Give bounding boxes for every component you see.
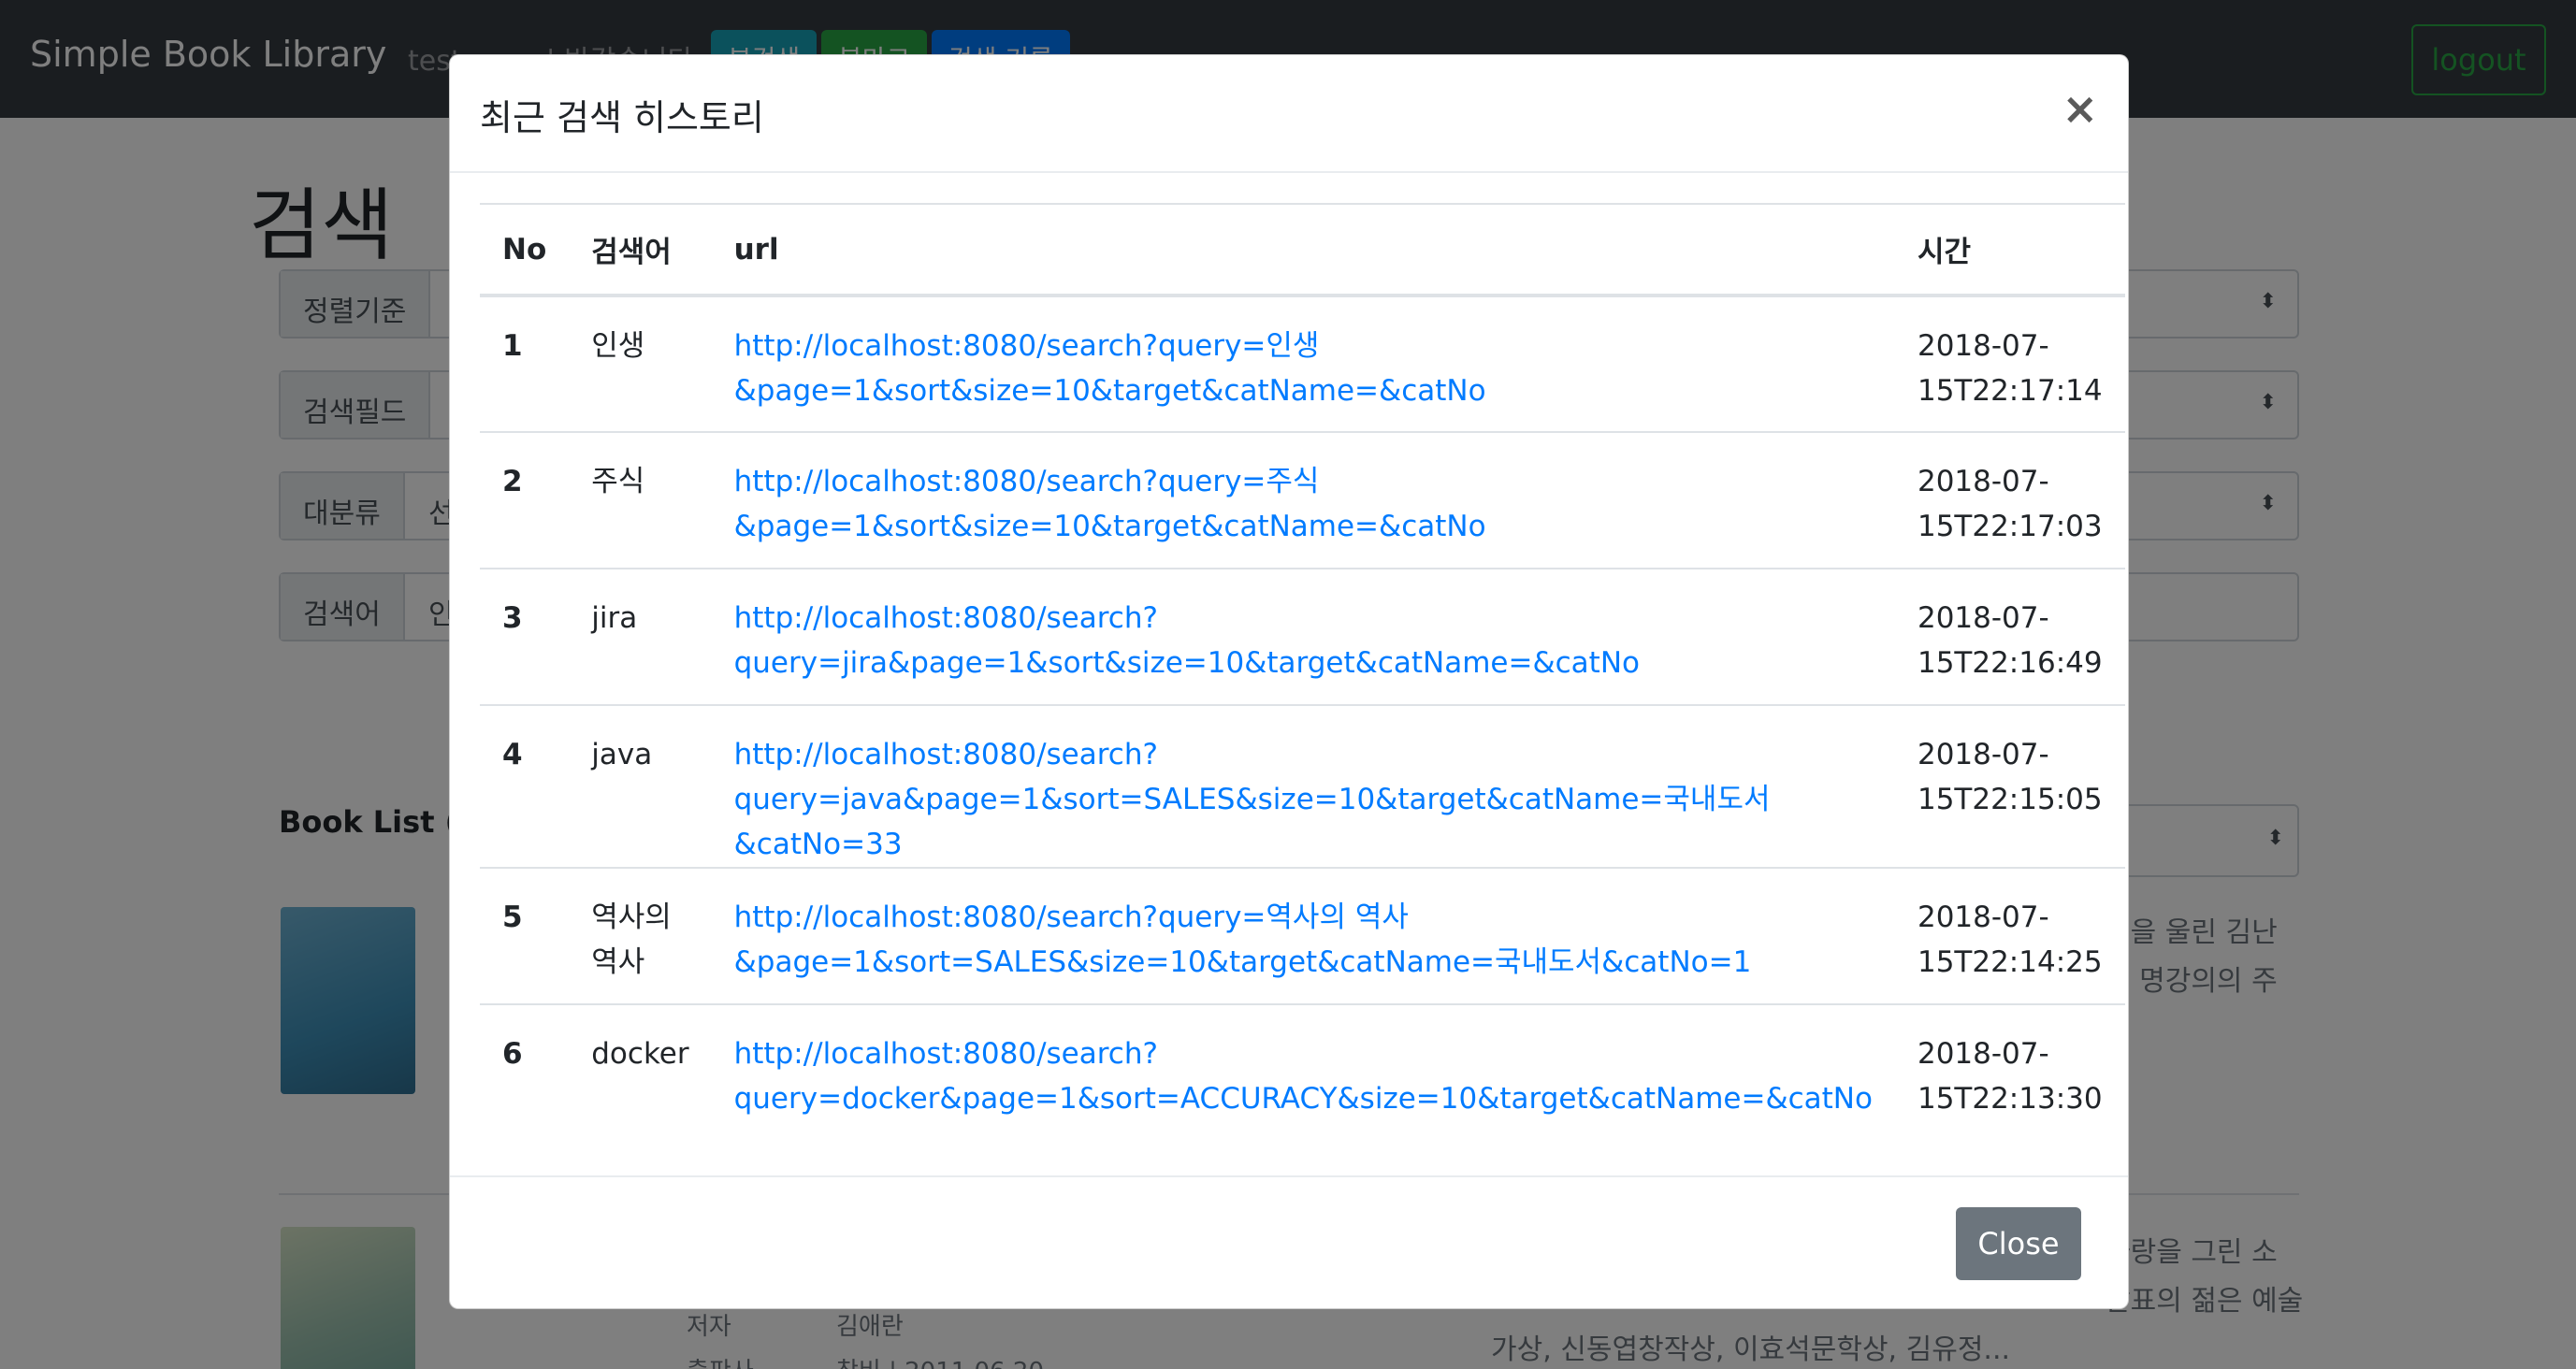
timestamp-line: 15T22:17:03 [1917, 510, 2103, 543]
url-line[interactable]: http://localhost:8080/search?query=역사의 역… [734, 895, 1873, 940]
url-line[interactable]: &page=1&sort&size=10&target&catName=&cat… [734, 368, 1873, 413]
timestamp-line: 2018-07- [1917, 601, 2049, 635]
row-keyword: java [569, 705, 712, 869]
column-header-time: 시간 [1894, 203, 2125, 297]
row-number: 6 [502, 1037, 523, 1071]
modal-title: 최근 검색 히스토리 [480, 97, 764, 138]
table-row: 4 java http://localhost:8080/search? query=… [480, 705, 2125, 869]
timestamp-line: 2018-07- [1917, 329, 2049, 363]
close-button[interactable]: Close [1956, 1207, 2081, 1280]
row-number: 3 [480, 569, 570, 706]
row-timestamp: 2018-07- 15T22:15:05 [1894, 705, 2125, 869]
table-header-row: No 검색어 url 시간 [480, 203, 2125, 297]
url-line[interactable]: http://localhost:8080/search?query=주식 [734, 459, 1873, 504]
table-row: 2 주식 http://localhost:8080/search?query=주식… [480, 432, 2125, 569]
timestamp-line: 15T22:17:14 [1917, 374, 2103, 408]
url-line[interactable]: &page=1&sort=SALES&size=10&target&catNam… [734, 940, 1873, 985]
row-keyword: 주식 [569, 432, 712, 569]
history-table: No 검색어 url 시간 1 인생 http://localhost:8080/s… [480, 203, 2125, 1141]
modal-footer: Close [450, 1175, 2128, 1308]
timestamp-line: 15T22:13:30 [1917, 1082, 2103, 1116]
row-timestamp: 2018-07- 15T22:16:49 [1894, 569, 2125, 706]
row-timestamp: 2018-07- 15T22:17:03 [1894, 432, 2125, 569]
table-row: 1 인생 http://localhost:8080/search?query=인생… [480, 295, 2125, 433]
row-number: 5 [480, 868, 570, 1005]
timestamp-line: 2018-07- [1917, 901, 2049, 934]
keyword-line: 인생 [591, 329, 645, 363]
row-keyword: docker [569, 1004, 711, 1141]
table-row: 3 jira http://localhost:8080/search? query=… [480, 569, 2125, 706]
table-row: 5 역사의 역사 http://localhost:8080/search?query… [480, 868, 2125, 1005]
url-line[interactable]: http://localhost:8080/search?query=인생 [734, 324, 1873, 368]
url-line[interactable]: query=java&page=1&sort=SALES&size=10&tar… [734, 777, 1873, 867]
row-keyword: jira [569, 569, 712, 706]
row-timestamp: 2018-07- 15T22:14:25 [1894, 868, 2125, 1005]
history-url-link[interactable]: http://localhost:8080/search?query=주식 &pa… [711, 432, 1895, 569]
row-number: 1 [480, 295, 570, 433]
history-url-link[interactable]: http://localhost:8080/search?query=역사의 역… [711, 868, 1895, 1005]
history-url-link[interactable]: http://localhost:8080/search? query=jira&… [711, 569, 1895, 706]
timestamp-line: 15T22:16:49 [1917, 646, 2103, 680]
url-line[interactable]: &page=1&sort&size=10&target&catName=&cat… [734, 504, 1873, 549]
timestamp-line: 15T22:15:05 [1917, 783, 2103, 816]
column-header-no: No [480, 203, 570, 297]
timestamp-line: 15T22:14:25 [1917, 945, 2103, 979]
history-url-link[interactable]: http://localhost:8080/search?query=인생 &pa… [711, 295, 1895, 433]
history-url-link[interactable]: http://localhost:8080/search? query=java&… [711, 705, 1895, 869]
timestamp-line: 2018-07- [1917, 1037, 2049, 1071]
modal-body: No 검색어 url 시간 1 인생 http://localhost:8080/s… [480, 203, 2125, 1141]
keyword-line: docker [591, 1037, 689, 1071]
row-keyword: 역사의역사 [569, 868, 712, 1005]
url-line[interactable]: http://localhost:8080/search? [734, 596, 1873, 641]
history-url-link[interactable]: http://localhost:8080/search? query=docke… [712, 1004, 1895, 1141]
row-number: 4 [480, 705, 570, 869]
row-timestamp: 2018-07- 15T22:13:30 [1895, 1004, 2125, 1141]
url-line[interactable]: query=docker&page=1&sort=ACCURACY&size=1… [734, 1076, 1873, 1121]
row-timestamp: 2018-07- 15T22:17:14 [1894, 295, 2125, 433]
keyword-line: 역사 [591, 945, 645, 979]
keyword-line: java [591, 738, 653, 771]
column-header-url: url [711, 203, 1895, 297]
keyword-line: 역사의 [591, 901, 672, 934]
close-icon[interactable]: × [2062, 87, 2098, 130]
row-number: 2 [480, 432, 570, 569]
modal-header: 최근 검색 히스토리 × [450, 55, 2128, 173]
timestamp-line: 2018-07- [1917, 465, 2049, 498]
keyword-line: 주식 [591, 465, 645, 498]
search-history-modal: 최근 검색 히스토리 × No 검색어 url 시간 1 인생 http://loc… [449, 54, 2129, 1309]
timestamp-line: 2018-07- [1917, 738, 2049, 771]
keyword-line: jira [591, 601, 638, 635]
column-header-keyword: 검색어 [569, 203, 712, 297]
url-line[interactable]: query=jira&page=1&sort&size=10&target&ca… [734, 641, 1873, 685]
table-row: 6 docker http://localhost:8080/search? quer… [480, 1004, 2125, 1141]
url-line[interactable]: http://localhost:8080/search? [734, 1031, 1873, 1076]
row-keyword: 인생 [569, 295, 712, 433]
url-line[interactable]: http://localhost:8080/search? [734, 732, 1873, 777]
